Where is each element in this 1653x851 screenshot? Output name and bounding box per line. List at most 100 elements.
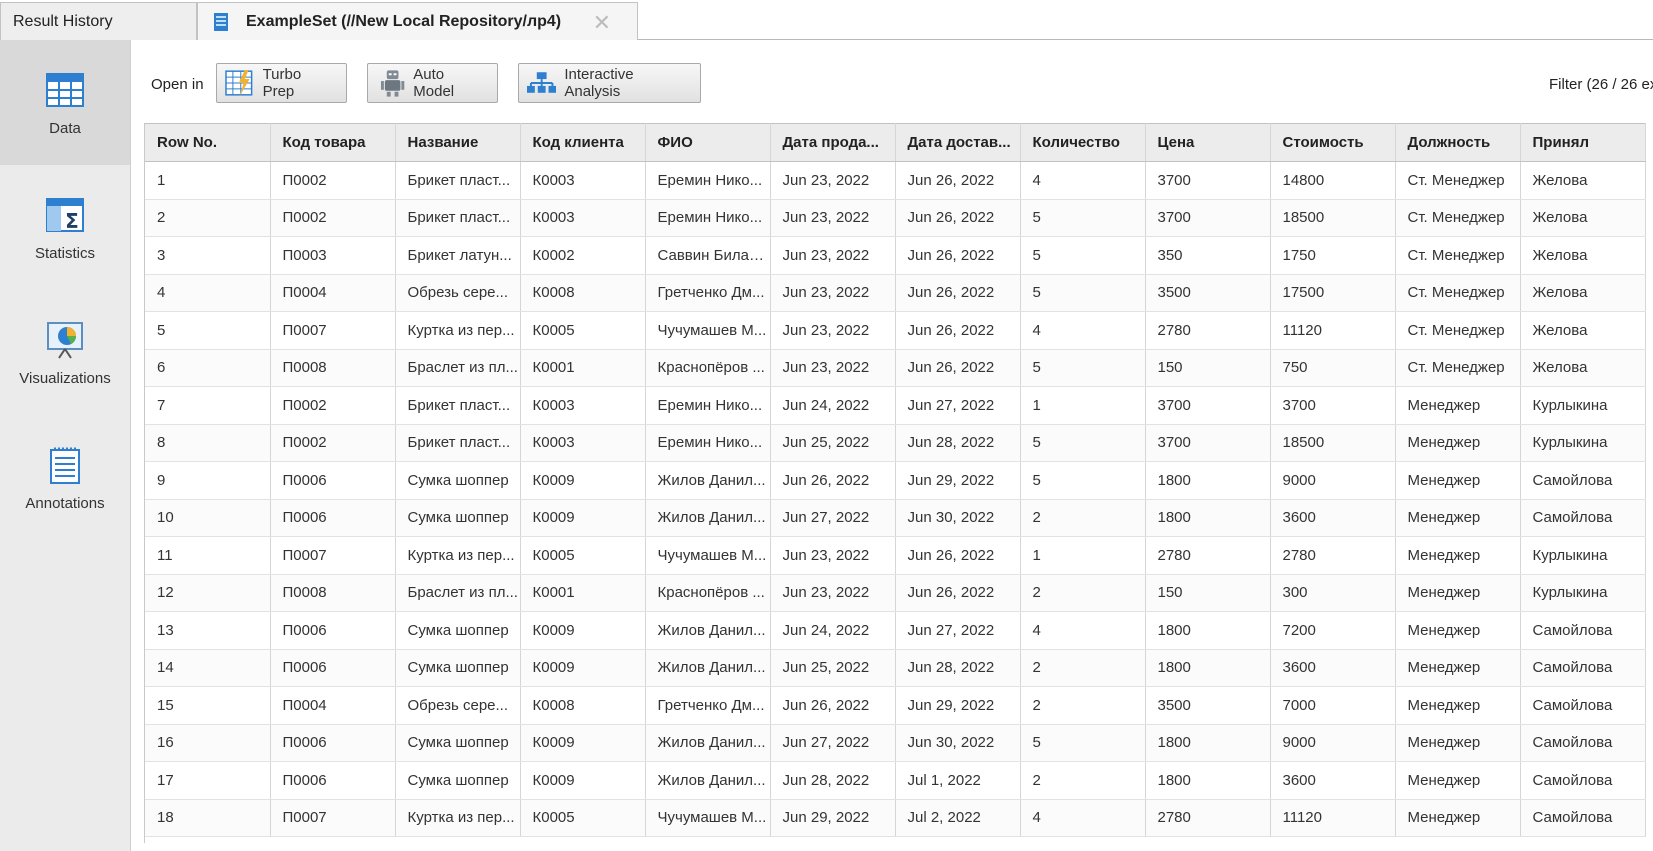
table-cell[interactable]: Jun 27, 2022 [895,386,1021,425]
table-cell[interactable]: Жилов Данил... [645,611,771,650]
table-cell[interactable]: Jun 25, 2022 [770,424,896,462]
table-cell[interactable]: К0003 [520,386,646,425]
table-cell[interactable]: Курлыкина [1520,386,1646,425]
table-cell[interactable]: Jun 23, 2022 [770,536,896,575]
table-cell[interactable]: Гретченко Дм... [645,274,771,312]
table-cell[interactable]: 4 [1020,799,1146,837]
table-cell[interactable]: Жилов Данил... [645,461,771,500]
table-cell[interactable]: К0005 [520,799,646,837]
table-cell[interactable]: Еремин Нико... [645,424,771,462]
table-cell[interactable]: 1 [145,161,271,200]
table-cell[interactable]: Менеджер [1395,686,1521,725]
table-cell[interactable]: 2 [145,199,271,237]
table-cell[interactable]: П0004 [270,686,396,725]
table-row[interactable]: 8 П0002 Брикет пласт... К0003 Еремин Нико...… [145,424,1646,462]
table-cell[interactable]: К0009 [520,611,646,650]
table-cell[interactable]: 2780 [1145,311,1271,350]
table-cell[interactable]: К0003 [520,199,646,237]
table-cell[interactable]: К0009 [520,499,646,537]
table-cell[interactable]: П0006 [270,499,396,537]
table-cell[interactable]: Желова [1520,161,1646,200]
table-cell[interactable]: Обрезь сере... [395,274,521,312]
table-cell[interactable]: Самойлова [1520,724,1646,762]
table-cell[interactable]: Сумка шоппер [395,499,521,537]
table-cell[interactable]: П0002 [270,199,396,237]
table-cell[interactable]: Брикет латун... [395,236,521,275]
table-cell[interactable]: Jun 24, 2022 [770,386,896,425]
table-cell[interactable]: К0005 [520,536,646,575]
table-cell[interactable]: 11 [145,536,271,575]
table-cell[interactable]: 7000 [1270,686,1396,725]
table-cell[interactable]: 5 [145,311,271,350]
table-cell[interactable]: Сумка шоппер [395,761,521,800]
table-cell[interactable]: Чучумашев М... [645,799,771,837]
table-cell[interactable]: Еремин Нико... [645,161,771,200]
table-cell[interactable]: 10 [145,499,271,537]
table-cell[interactable]: Краснопёров ... [645,574,771,612]
table-cell[interactable]: Куртка из пер... [395,799,521,837]
table-row[interactable]: 14 П0006 Сумка шоппер К0009 Жилов Данил... Ju… [145,649,1646,687]
table-cell[interactable]: К0002 [520,236,646,275]
table-cell[interactable]: Jul 2, 2022 [895,799,1021,837]
table-cell[interactable]: К0008 [520,274,646,312]
table-cell[interactable]: 14800 [1270,161,1396,200]
table-cell[interactable]: 8 [145,424,271,462]
table-cell[interactable]: Куртка из пер... [395,311,521,350]
table-cell[interactable]: К0009 [520,649,646,687]
sidebar-item-statistics[interactable]: Σ Statistics [0,165,130,290]
table-cell[interactable]: Сумка шоппер [395,724,521,762]
column-header[interactable]: Название [395,123,521,162]
table-cell[interactable]: 18500 [1270,424,1396,462]
table-cell[interactable]: 3700 [1145,199,1271,237]
column-header[interactable]: Дата прода... [770,123,896,162]
column-header[interactable]: Должность [1395,123,1521,162]
interactive-analysis-button[interactable]: Interactive Analysis [518,63,701,103]
table-cell[interactable]: П0002 [270,424,396,462]
table-cell[interactable]: Самойлова [1520,461,1646,500]
table-cell[interactable]: 4 [1020,161,1146,200]
table-cell[interactable]: 3700 [1270,386,1396,425]
table-row[interactable]: 13 П0006 Сумка шоппер К0009 Жилов Данил... Ju… [145,611,1646,650]
table-cell[interactable]: Jun 27, 2022 [770,724,896,762]
table-cell[interactable]: 5 [1020,349,1146,387]
table-cell[interactable]: 5 [1020,424,1146,462]
table-cell[interactable]: Желова [1520,311,1646,350]
table-cell[interactable]: Jun 28, 2022 [770,761,896,800]
table-row[interactable]: 17 П0006 Сумка шоппер К0009 Жилов Данил... Ju… [145,761,1646,800]
table-cell[interactable]: 9000 [1270,724,1396,762]
table-cell[interactable]: Jun 27, 2022 [770,499,896,537]
table-cell[interactable]: 2780 [1270,536,1396,575]
table-cell[interactable]: Jun 26, 2022 [895,274,1021,312]
table-row[interactable]: 11 П0007 Куртка из пер... К0005 Чучумашев М.… [145,536,1646,575]
table-cell[interactable]: 3600 [1270,761,1396,800]
table-cell[interactable]: 9000 [1270,461,1396,500]
table-cell[interactable]: Jun 26, 2022 [895,199,1021,237]
column-header[interactable]: Стоимость [1270,123,1396,162]
filter-status[interactable]: Filter (26 / 26 ex [1549,76,1653,93]
table-cell[interactable]: П0002 [270,386,396,425]
table-cell[interactable]: Сумка шоппер [395,461,521,500]
table-cell[interactable]: 350 [1145,236,1271,275]
table-cell[interactable]: 1 [1020,536,1146,575]
table-row[interactable]: 9 П0006 Сумка шоппер К0009 Жилов Данил... Jun… [145,461,1646,500]
table-cell[interactable]: П0006 [270,761,396,800]
table-cell[interactable]: Жилов Данил... [645,649,771,687]
table-row[interactable]: 12 П0008 Браслет из пл... К0001 Краснопёров … [145,574,1646,612]
table-cell[interactable]: Брикет пласт... [395,424,521,462]
table-cell[interactable]: П0006 [270,724,396,762]
table-cell[interactable]: 4 [1020,611,1146,650]
table-cell[interactable]: К0001 [520,574,646,612]
table-cell[interactable]: П0007 [270,799,396,837]
table-cell[interactable]: П0006 [270,649,396,687]
table-cell[interactable]: Менеджер [1395,724,1521,762]
table-cell[interactable]: Желова [1520,199,1646,237]
table-cell[interactable]: 4 [145,274,271,312]
table-cell[interactable]: Менеджер [1395,649,1521,687]
table-cell[interactable]: 1800 [1145,611,1271,650]
table-cell[interactable]: Самойлова [1520,686,1646,725]
sidebar-item-annotations[interactable]: Annotations [0,415,130,540]
table-cell[interactable]: Гретченко Дм... [645,686,771,725]
table-cell[interactable]: 1800 [1145,761,1271,800]
table-cell[interactable]: 16 [145,724,271,762]
table-cell[interactable]: 3600 [1270,649,1396,687]
